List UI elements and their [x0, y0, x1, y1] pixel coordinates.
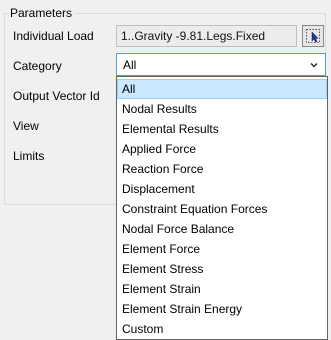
category-option-elemental-results[interactable]: Elemental Results	[117, 119, 327, 139]
category-combobox[interactable]: All	[116, 53, 326, 76]
category-option-element-force[interactable]: Element Force	[117, 239, 327, 259]
parameters-title: Parameters	[8, 6, 75, 20]
chevron-down-icon[interactable]	[309, 59, 319, 69]
category-option-reaction-force[interactable]: Reaction Force	[117, 159, 327, 179]
category-option-nodal-results[interactable]: Nodal Results	[117, 99, 327, 119]
category-option-all[interactable]: All	[117, 79, 327, 99]
pick-cursor-icon	[303, 26, 323, 46]
individual-load-field[interactable]: 1..Gravity -9.81.Legs.Fixed	[116, 25, 297, 47]
category-option-constraint-equation-forces[interactable]: Constraint Equation Forces	[117, 199, 327, 219]
limits-label: Limits	[13, 149, 45, 163]
category-option-custom[interactable]: Custom	[117, 319, 327, 339]
category-option-applied-force[interactable]: Applied Force	[117, 139, 327, 159]
category-option-element-strain[interactable]: Element Strain	[117, 279, 327, 299]
category-selected-value: All	[123, 58, 137, 72]
category-option-element-stress[interactable]: Element Stress	[117, 259, 327, 279]
individual-load-label: Individual Load	[13, 29, 94, 43]
category-option-nodal-force-balance[interactable]: Nodal Force Balance	[117, 219, 327, 239]
view-label: View	[13, 119, 39, 133]
category-option-element-strain-energy[interactable]: Element Strain Energy	[117, 299, 327, 319]
category-option-displacement[interactable]: Displacement	[117, 179, 327, 199]
pick-load-button[interactable]	[302, 25, 324, 47]
output-vector-id-label: Output Vector Id	[13, 89, 100, 103]
category-dropdown-list[interactable]: All Nodal Results Elemental Results Appl…	[116, 76, 328, 340]
category-label: Category	[13, 59, 62, 73]
